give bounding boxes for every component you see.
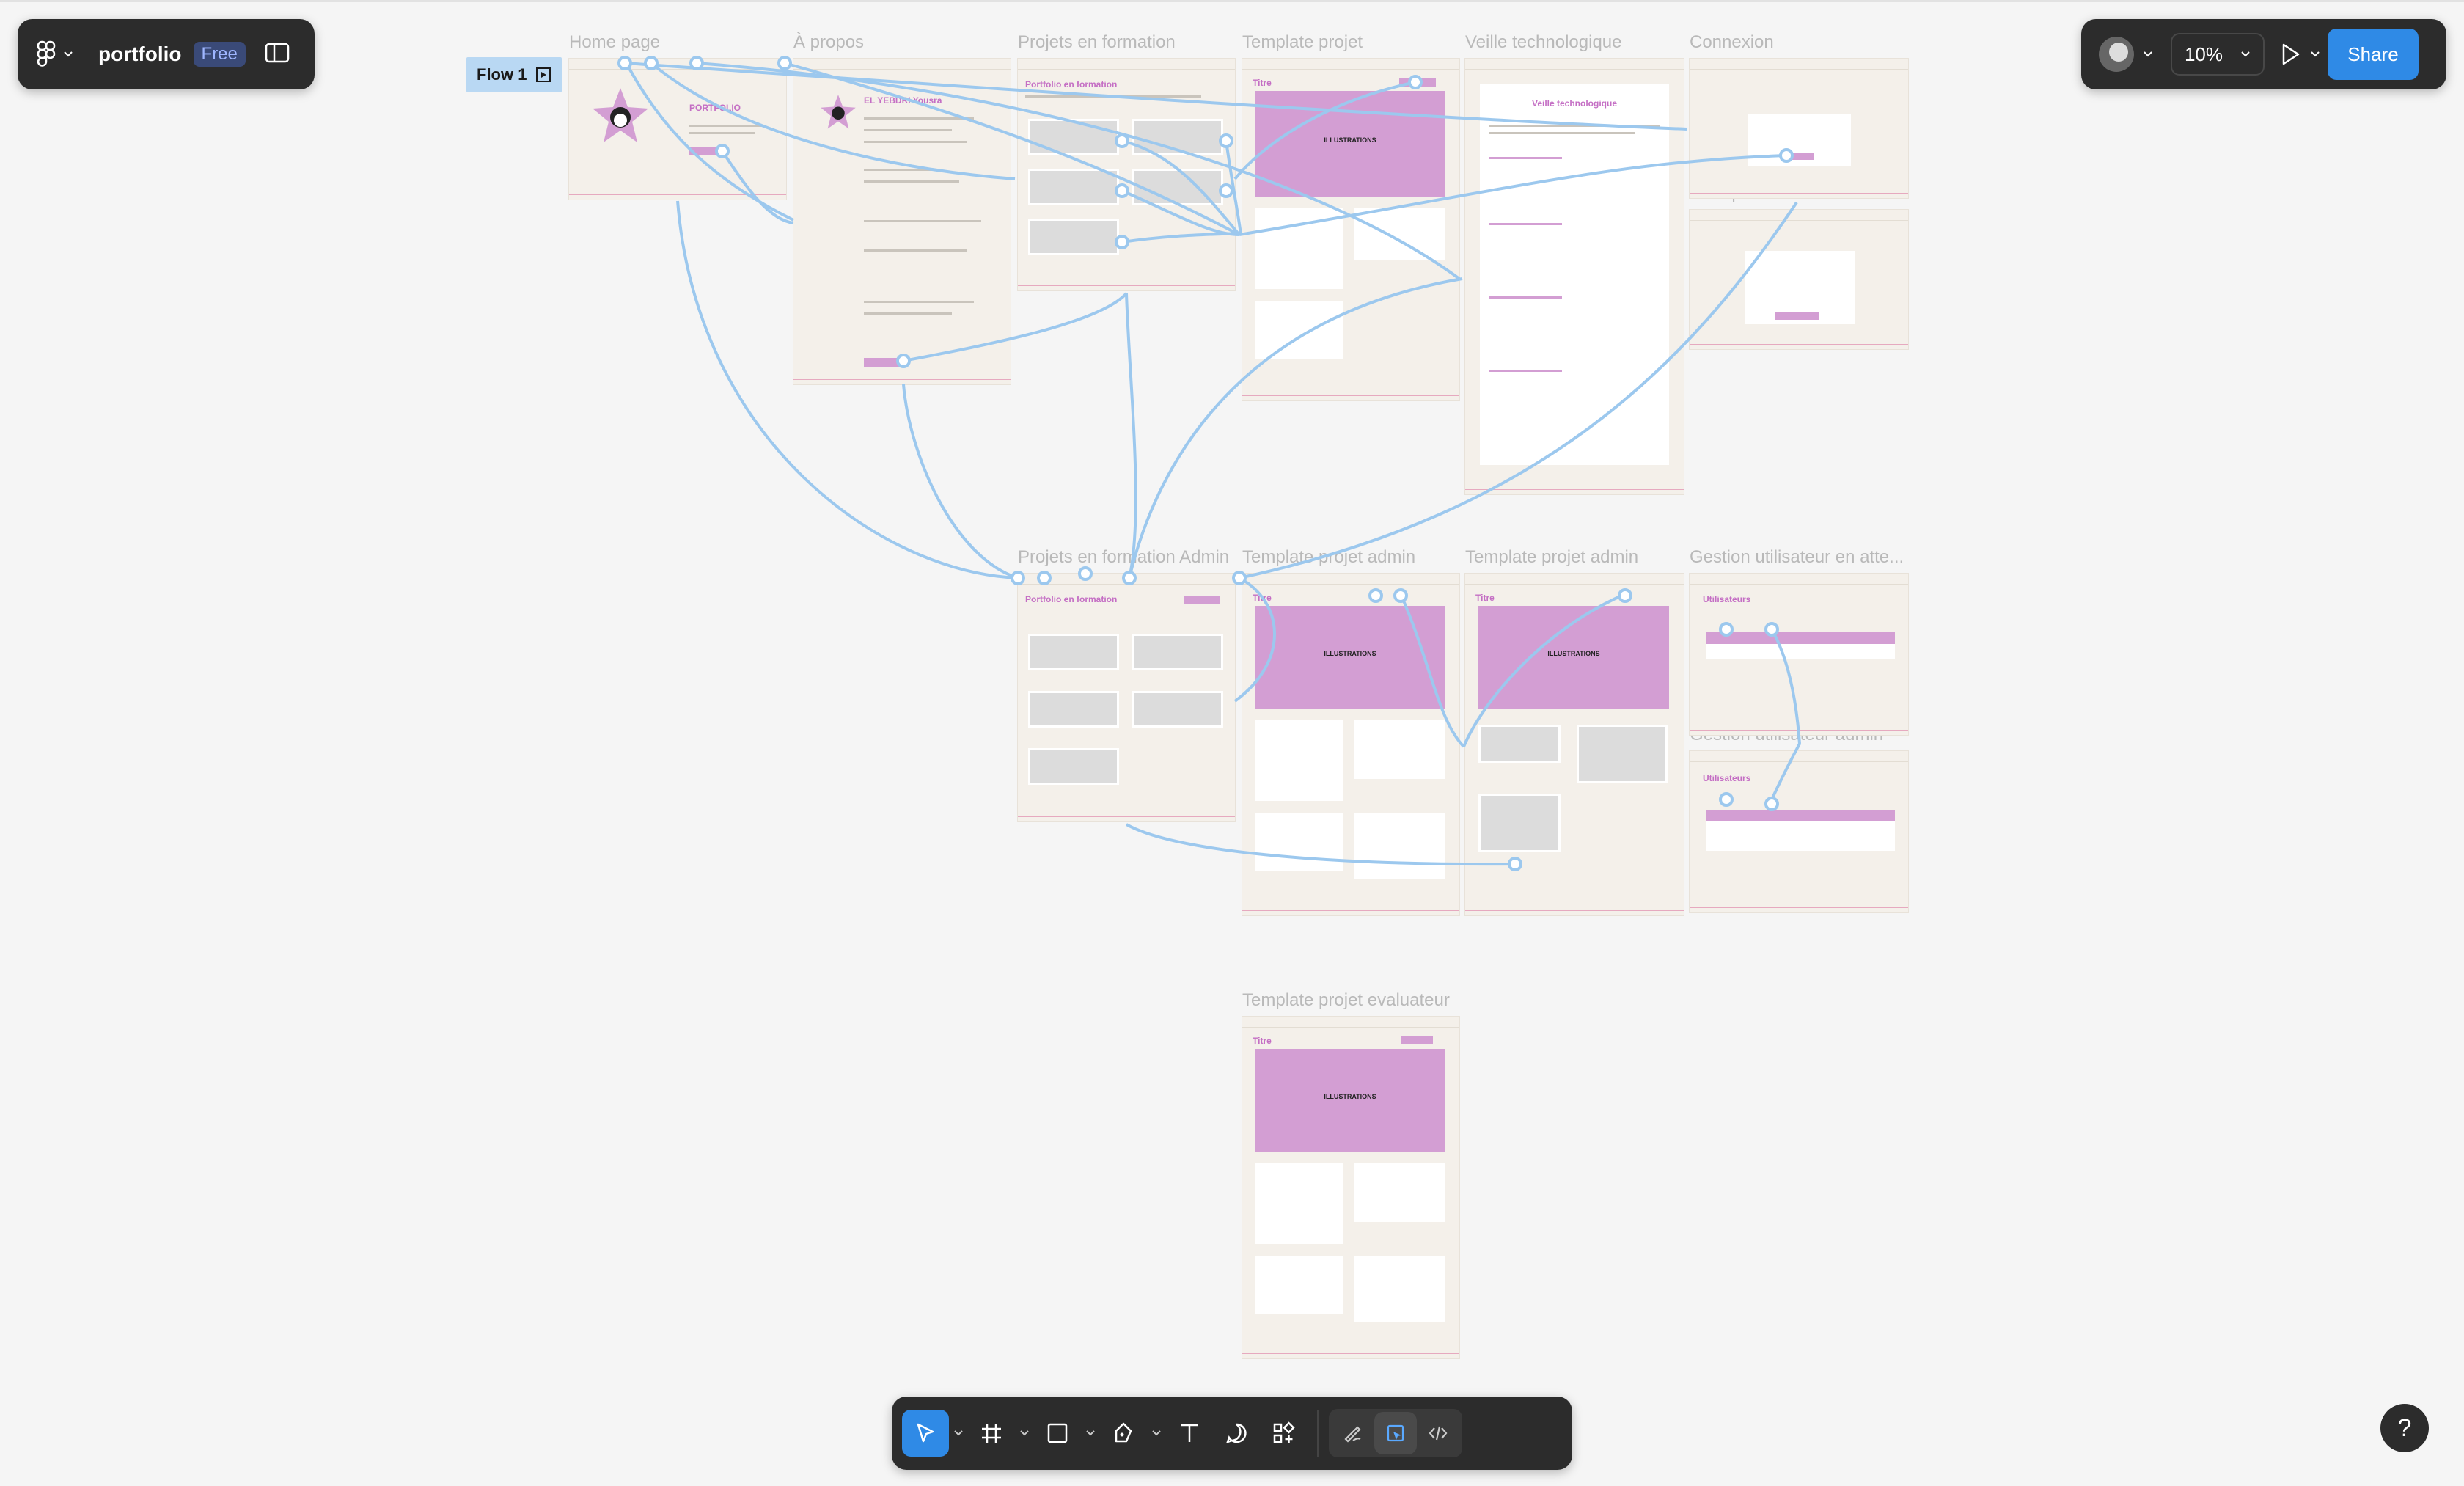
wire — [676, 200, 1019, 579]
file-panel: portfolio Free — [18, 19, 315, 89]
pen-icon — [1115, 1422, 1132, 1443]
help-button[interactable]: ? — [2380, 1404, 2429, 1452]
sidebar-toggle-icon — [265, 43, 290, 62]
bottom-toolbar — [892, 1397, 1572, 1470]
play-icon — [2282, 43, 2300, 65]
wire — [1126, 823, 1516, 866]
rectangle-icon — [1047, 1423, 1068, 1443]
dev-mode-icon — [1429, 1426, 1448, 1441]
share-button[interactable]: Share — [2328, 29, 2419, 80]
text-tool-button[interactable] — [1166, 1410, 1213, 1457]
shape-tool-button[interactable] — [1034, 1410, 1081, 1457]
chevron-down-icon[interactable] — [2143, 51, 2153, 58]
wire — [1128, 277, 1463, 579]
design-mode-icon — [1387, 1424, 1404, 1442]
chevron-down-icon — [64, 51, 73, 57]
pen-tool-menu[interactable] — [1147, 1430, 1166, 1436]
move-tool-button[interactable] — [902, 1410, 949, 1457]
wire — [903, 292, 1128, 362]
chevron-down-icon — [2241, 51, 2250, 57]
zoom-control[interactable]: 10% — [2171, 33, 2265, 76]
wire — [1125, 293, 1137, 579]
move-cursor-icon — [917, 1423, 934, 1443]
draw-mode-icon — [1344, 1426, 1361, 1443]
wire — [1233, 577, 1276, 703]
wire — [1399, 593, 1465, 748]
zoom-value: 10% — [2184, 43, 2223, 65]
present-button[interactable] — [2281, 43, 2320, 66]
wire — [1121, 232, 1240, 244]
actions-button[interactable] — [1260, 1410, 1307, 1457]
chevron-down-icon — [954, 1430, 963, 1436]
design-canvas[interactable]: Home page À propos Projets en formation … — [0, 0, 2464, 1486]
wire — [1770, 629, 1801, 744]
prototype-connections — [617, 56, 1801, 871]
pen-tool-button[interactable] — [1100, 1410, 1147, 1457]
plan-badge[interactable]: Free — [193, 42, 246, 67]
draw-mode-button[interactable] — [1332, 1412, 1374, 1454]
file-name[interactable]: portfolio — [98, 43, 182, 66]
flow-icon — [536, 67, 551, 82]
wire — [1239, 154, 1787, 236]
wire — [902, 384, 1019, 579]
sidebar-toggle-button[interactable] — [265, 43, 290, 67]
comment-icon — [1226, 1423, 1247, 1443]
figma-logo-icon — [37, 40, 56, 67]
main-menu-button[interactable] — [37, 40, 73, 68]
design-mode-button[interactable] — [1374, 1412, 1417, 1454]
frame-tool-button[interactable] — [968, 1410, 1015, 1457]
wire — [1239, 201, 1798, 579]
wire — [721, 150, 794, 224]
header-actions-panel: 10% Share — [2081, 19, 2446, 89]
flow-starting-point[interactable]: Flow 1 — [466, 57, 562, 92]
toolbar-divider — [1317, 1410, 1319, 1457]
wire — [1462, 593, 1626, 747]
text-icon — [1181, 1424, 1198, 1442]
frame-hash-icon — [982, 1424, 1001, 1443]
wire — [650, 62, 1016, 180]
wire — [625, 62, 794, 222]
comment-tool-button[interactable] — [1213, 1410, 1260, 1457]
wire — [624, 62, 1687, 131]
chevron-down-icon — [1086, 1430, 1095, 1436]
move-tool-menu[interactable] — [949, 1430, 968, 1436]
chevron-down-icon — [2311, 51, 2320, 57]
chevron-down-icon — [1020, 1430, 1029, 1436]
shape-tool-menu[interactable] — [1081, 1430, 1100, 1436]
wire — [1770, 743, 1801, 800]
connection-nodes — [617, 56, 1794, 871]
flow-label: Flow 1 — [477, 65, 527, 84]
mode-switcher — [1329, 1409, 1462, 1457]
wire — [1233, 81, 1416, 180]
chevron-down-icon — [1152, 1430, 1161, 1436]
frame-tool-menu[interactable] — [1015, 1430, 1034, 1436]
dev-mode-button[interactable] — [1417, 1412, 1459, 1454]
actions-icon — [1273, 1421, 1295, 1443]
user-avatar[interactable] — [2099, 37, 2134, 72]
